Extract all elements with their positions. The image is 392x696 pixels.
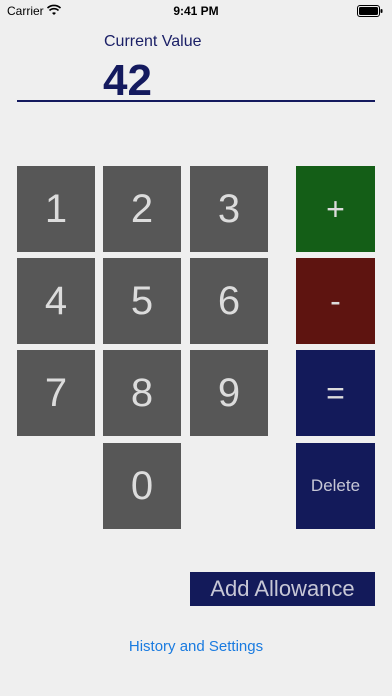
key-8[interactable]: 8 bbox=[103, 350, 181, 436]
value-underline bbox=[17, 100, 375, 102]
current-value-display: 42 bbox=[103, 56, 152, 105]
delete-button[interactable]: Delete bbox=[296, 443, 375, 529]
current-value-label: Current Value bbox=[104, 33, 202, 50]
equals-button[interactable]: = bbox=[296, 350, 375, 436]
battery-icon bbox=[357, 5, 383, 17]
status-bar: Carrier 9:41 PM bbox=[0, 0, 392, 22]
minus-button[interactable]: - bbox=[296, 258, 375, 344]
key-6[interactable]: 6 bbox=[190, 258, 268, 344]
key-0[interactable]: 0 bbox=[103, 443, 181, 529]
key-7[interactable]: 7 bbox=[17, 350, 95, 436]
key-9[interactable]: 9 bbox=[190, 350, 268, 436]
key-3[interactable]: 3 bbox=[190, 166, 268, 252]
status-time: 9:41 PM bbox=[173, 4, 219, 18]
key-2[interactable]: 2 bbox=[103, 166, 181, 252]
plus-button[interactable]: + bbox=[296, 166, 375, 252]
key-5[interactable]: 5 bbox=[103, 258, 181, 344]
key-1[interactable]: 1 bbox=[17, 166, 95, 252]
add-allowance-button[interactable]: Add Allowance bbox=[190, 572, 375, 606]
key-4[interactable]: 4 bbox=[17, 258, 95, 344]
history-settings-link[interactable]: History and Settings bbox=[0, 638, 392, 655]
